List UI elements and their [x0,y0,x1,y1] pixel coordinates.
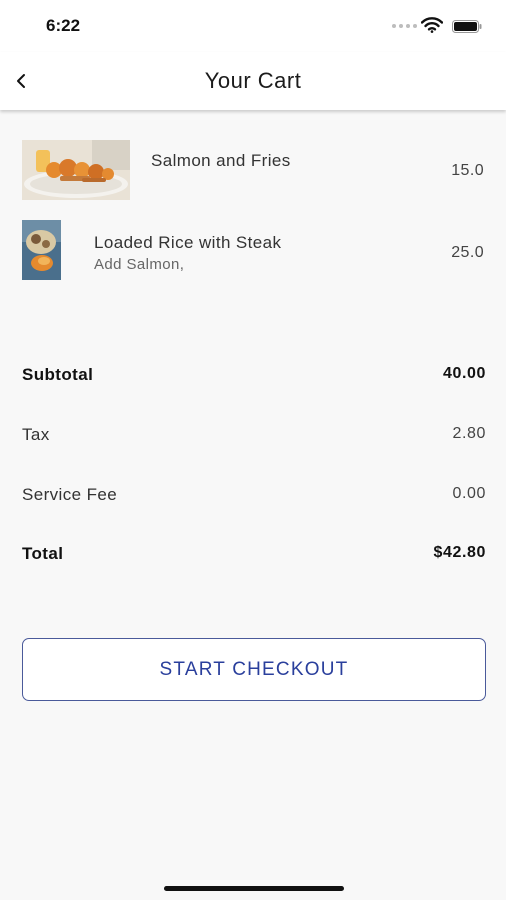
item-price: 15.0 [451,162,484,179]
status-time: 6:22 [46,16,81,35]
page-title: Your Cart [204,68,302,93]
total-value: $42.80 [433,544,486,561]
service-fee-label: Service Fee [22,485,118,504]
status-bar: 6:22 [0,0,506,52]
cart-item[interactable]: Loaded Rice with Steak Add Salmon, 25.0 [0,220,506,284]
start-checkout-button[interactable]: START CHECKOUT [22,638,486,701]
service-fee-value: 0.00 [452,485,486,502]
subtotal-label: Subtotal [22,365,94,384]
battery-icon [452,20,482,33]
item-name: Loaded Rice with Steak [94,233,282,252]
item-image [22,220,61,280]
item-modifier: Add Salmon, [94,256,185,273]
item-image [22,140,130,200]
cart-content: Salmon and Fries 15.0 Loaded Rice with S… [0,110,506,900]
subtotal-row: Subtotal 40.00 [22,365,486,389]
tax-label: Tax [22,425,50,444]
total-label: Total [22,544,64,563]
cellular-signal-icon [392,24,417,28]
total-row: Total $42.80 [22,544,486,568]
cart-item[interactable]: Salmon and Fries 15.0 [0,140,506,202]
subtotal-value: 40.00 [442,365,486,382]
service-fee-row: Service Fee 0.00 [22,485,486,509]
navigation-bar: Your Cart [0,52,506,110]
tax-value: 2.80 [452,425,486,442]
wifi-icon [421,17,443,33]
item-name: Salmon and Fries [151,151,291,170]
tax-row: Tax 2.80 [22,425,486,449]
item-price: 25.0 [451,244,484,261]
home-indicator[interactable] [164,886,344,891]
